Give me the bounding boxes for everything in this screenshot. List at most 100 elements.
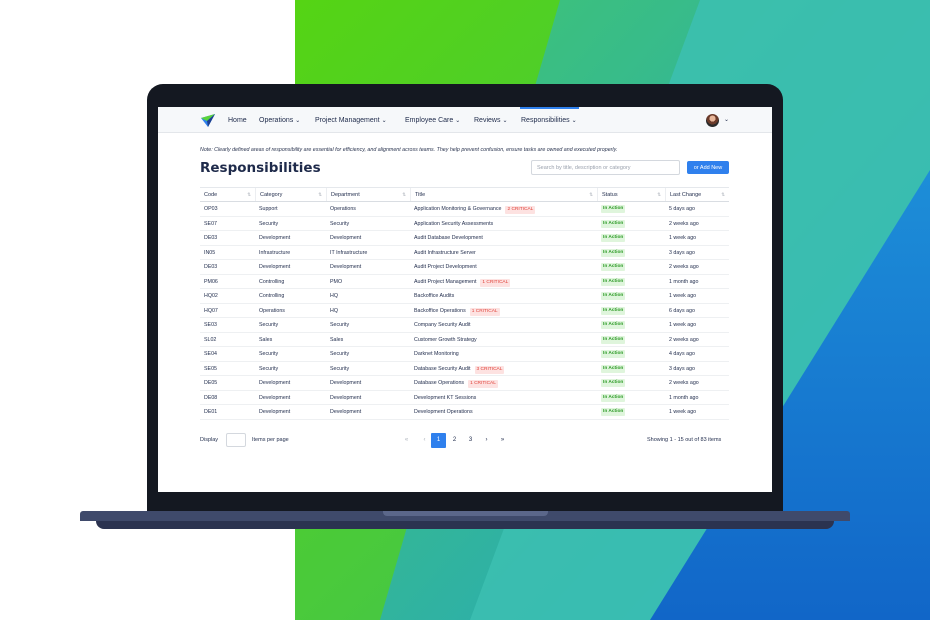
sort-icon[interactable]: ⇅: [402, 192, 406, 198]
table-row[interactable]: DE01 Development Development Development Op…: [200, 405, 729, 420]
nav-item-label: Employee Care: [405, 117, 454, 124]
table-row[interactable]: DE03 Development Development Audit Database…: [200, 231, 729, 246]
cell-department-text: Sales: [330, 336, 344, 343]
laptop-notch: [383, 511, 548, 516]
table-row[interactable]: SE03 Security Security Company Security Aud…: [200, 318, 729, 333]
table-row[interactable]: IN05 Infrastructure IT Infrastructure Audit…: [200, 246, 729, 260]
nav-item-label: Home: [228, 117, 247, 124]
nav-item-label: Operations: [259, 117, 294, 124]
items-per-page-input[interactable]: [226, 433, 246, 447]
column-header-last-change[interactable]: Last Change ⇅: [665, 188, 729, 201]
cell-department: Development: [330, 409, 361, 415]
cell-department: Development: [330, 380, 361, 386]
table-row[interactable]: SE04 Security Security Darknet Monitoring In…: [200, 347, 729, 362]
nav-item-label: Reviews: [474, 117, 501, 124]
critical-badge: 3 CRITICAL: [474, 365, 505, 374]
last-page-button[interactable]: »: [495, 433, 510, 448]
nav-item-responsibilities[interactable]: Responsibilities ⌄: [521, 117, 577, 124]
cell-department: Security: [330, 351, 349, 357]
status-badge: In Action: [601, 408, 626, 416]
cell-title-text: Database Security Audit: [414, 365, 471, 372]
cell-department-text: HQ: [330, 293, 338, 299]
logo-icon[interactable]: [201, 114, 215, 127]
page-1-button[interactable]: 1: [431, 433, 446, 448]
table-row[interactable]: SE07 Security Security Application Security…: [200, 217, 729, 231]
table-row[interactable]: SE05 Security Security Database Security Au…: [200, 362, 729, 376]
app-screen: Home Operations ⌄ Project Management ⌄ Employ…: [158, 107, 772, 492]
cell-title: Company Security Audit: [414, 322, 471, 328]
cell-department-text: Development: [330, 235, 362, 241]
chevron-down-icon[interactable]: ⌄: [724, 116, 729, 123]
cell-category: Development: [259, 395, 290, 401]
prev-page-button[interactable]: ‹: [417, 433, 432, 448]
cell-department-text: HQ: [330, 307, 338, 314]
cell-code-text: HQ07: [204, 307, 218, 314]
table-row[interactable]: HQ07 Operations HQ Backoffice Operations 1 C…: [200, 304, 729, 318]
status-badge: In Action: [601, 263, 626, 271]
sort-icon[interactable]: ⇅: [318, 192, 322, 198]
column-header-department[interactable]: Department ⇅: [326, 188, 410, 201]
cell-code: SE05: [204, 366, 217, 372]
cell-title-text: Audit Database Development: [414, 235, 483, 241]
next-page-button[interactable]: ›: [479, 433, 494, 448]
page-3-button[interactable]: 3: [463, 433, 478, 448]
cell-last-change: 2 weeks ago: [669, 336, 699, 343]
cell-category-text: Development: [259, 264, 291, 270]
cell-title: Application Security Assessments: [414, 221, 493, 227]
cell-category: Development: [259, 235, 290, 241]
cell-department-text: PMO: [330, 278, 343, 285]
critical-badge: 2 CRITICAL: [505, 206, 536, 214]
cell-category-text: Controlling: [259, 293, 285, 299]
table-row[interactable]: PM06 Controlling PMO Audit Project Manageme…: [200, 275, 729, 289]
search-input[interactable]: [531, 160, 680, 175]
cell-category: Development: [259, 409, 290, 415]
cell-title-text: Customer Growth Strategy: [414, 336, 477, 343]
sort-icon[interactable]: ⇅: [247, 192, 251, 198]
nav-item-home[interactable]: Home: [228, 117, 247, 124]
cell-category: Sales: [259, 337, 272, 343]
table-row[interactable]: DE03 Development Development Audit Project …: [200, 260, 729, 275]
cell-department-text: Development: [330, 264, 362, 270]
chevron-down-icon: ⌄: [295, 118, 301, 124]
nav-item-operations[interactable]: Operations ⌄: [259, 117, 300, 124]
chevron-down-icon: ⌄: [381, 118, 387, 124]
status-badge: In Action: [601, 234, 626, 242]
table-row[interactable]: HQ02 Controlling HQ Backoffice Audits In Act…: [200, 289, 729, 304]
cell-code-text: DE01: [204, 409, 218, 415]
sort-icon[interactable]: ⇅: [657, 192, 661, 198]
cell-last-change: 3 days ago: [669, 249, 695, 256]
cell-title: Customer Growth Strategy: [414, 337, 477, 343]
first-page-button[interactable]: «: [399, 433, 414, 448]
cell-department-text: Security: [330, 220, 350, 227]
cell-last-change: 1 week ago: [669, 409, 697, 415]
nav-item-employee-care[interactable]: Employee Care ⌄: [405, 117, 460, 124]
add-new-button[interactable]: or Add New: [687, 161, 729, 174]
column-header-category[interactable]: Category ⇅: [255, 188, 326, 201]
nav-item-reviews[interactable]: Reviews ⌄: [474, 117, 507, 124]
cell-title: Database Security Audit 3 CRITICAL: [414, 365, 505, 374]
table-row[interactable]: SL02 Sales Sales Customer Growth Strategy In…: [200, 333, 729, 347]
cell-title-text: Development KT Sessions: [414, 394, 477, 401]
nav-item-project-management[interactable]: Project Management ⌄: [315, 117, 387, 124]
column-header-title[interactable]: Title ⇅: [410, 188, 597, 201]
table-row[interactable]: DE05 Development Development Database Opera…: [200, 376, 729, 391]
column-header-label: Code: [204, 192, 218, 198]
cell-last-change: 3 days ago: [669, 365, 695, 372]
cell-department: IT Infrastructure: [330, 250, 367, 256]
column-header-code[interactable]: Code ⇅: [200, 188, 255, 201]
page-2-button[interactable]: 2: [447, 433, 462, 448]
sort-icon[interactable]: ⇅: [589, 192, 593, 198]
table-row[interactable]: DE08 Development Development Development KT…: [200, 391, 729, 405]
cell-code: HQ02: [204, 293, 218, 299]
avatar[interactable]: [706, 114, 719, 127]
column-header-status[interactable]: Status ⇅: [597, 188, 665, 201]
table-row[interactable]: OP03 Support Operations Application Monitor…: [200, 202, 729, 217]
cell-title: Development KT Sessions: [414, 395, 476, 401]
cell-last-change: 1 week ago: [669, 322, 697, 328]
cell-code-text: DE03: [204, 235, 218, 241]
column-header-label: Category: [260, 192, 283, 198]
cell-title: Audit Database Development: [414, 235, 483, 241]
cell-category-text: Security: [259, 220, 279, 227]
cell-department-text: Security: [330, 322, 350, 328]
sort-icon[interactable]: ⇅: [721, 192, 725, 198]
